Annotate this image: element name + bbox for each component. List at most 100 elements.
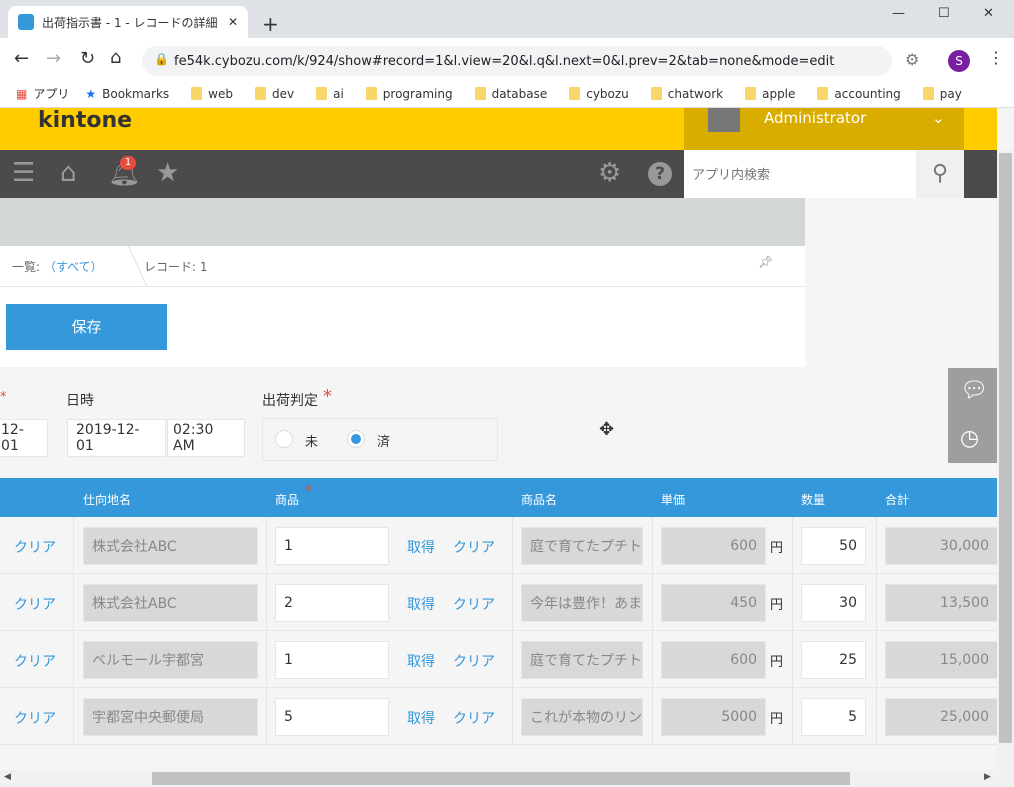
time-input[interactable]: 02:30 AM: [167, 419, 245, 457]
user-menu[interactable]: Administrator ⌄: [684, 108, 964, 150]
bookmark-folder[interactable]: cybozu: [569, 87, 629, 101]
folder-icon: [745, 87, 757, 100]
get-product-link[interactable]: 取得: [407, 708, 435, 728]
total-field: 13,500: [885, 584, 997, 622]
yen-unit: 円: [770, 655, 784, 670]
bookmark-folder[interactable]: accounting: [817, 87, 901, 101]
forward-icon[interactable]: →: [46, 48, 61, 69]
clear-product-link[interactable]: クリア: [453, 537, 495, 557]
minimize-icon[interactable]: —: [892, 6, 905, 21]
vertical-scrollbar-thumb[interactable]: [999, 153, 1012, 743]
quantity-input[interactable]: 5: [801, 698, 866, 736]
unit-price-field: 5000: [661, 698, 766, 736]
table-row: クリア 宇都宮中央郵便局 5 取得 クリア これが本物のリン 5000 円 5 …: [0, 688, 997, 745]
unit-price-value: 600: [730, 538, 757, 554]
global-nav: ☰ ⌂ 🔔︎ 1 ★ ⚙ ? ⚲: [0, 150, 997, 198]
bookmark-apps[interactable]: ▦ アプリ: [16, 85, 69, 102]
unit-price-field: 600: [661, 527, 766, 565]
bookmark-folder[interactable]: database: [474, 87, 547, 101]
menu-icon[interactable]: ⋮: [988, 48, 1004, 67]
date-input[interactable]: 2019-12-01: [67, 419, 166, 457]
column-header: 商品名: [521, 493, 558, 507]
hamburger-menu-icon[interactable]: ☰: [12, 158, 35, 188]
quantity-input[interactable]: 50: [801, 527, 866, 565]
search-input[interactable]: [684, 150, 916, 198]
clear-product-link[interactable]: クリア: [453, 594, 495, 614]
history-icon[interactable]: ◷: [960, 426, 979, 451]
product-input[interactable]: 1: [275, 527, 389, 565]
scroll-left-icon[interactable]: ◀: [4, 772, 11, 782]
scroll-right-icon[interactable]: ▶: [984, 772, 991, 782]
clear-row-link[interactable]: クリア: [14, 594, 56, 614]
quantity-input[interactable]: 25: [801, 641, 866, 679]
bookmark-label: chatwork: [667, 86, 724, 101]
judge-label: 出荷判定: [262, 393, 318, 409]
search-button[interactable]: ⚲: [916, 150, 964, 198]
bookmark-folder[interactable]: apple: [745, 87, 795, 101]
avatar[interactable]: S: [948, 50, 970, 72]
comment-icon[interactable]: 💬︎: [960, 378, 988, 403]
vertical-scrollbar[interactable]: [997, 150, 1014, 770]
home-icon[interactable]: ⌂: [60, 158, 77, 188]
product-input[interactable]: 2: [275, 584, 389, 622]
radio-label: 済: [377, 435, 391, 450]
bookmark-folder[interactable]: web: [191, 87, 233, 101]
quantity-value: 5: [848, 709, 857, 725]
column-header: 単価: [661, 493, 686, 507]
product-input[interactable]: 5: [275, 698, 389, 736]
bookmark-folder[interactable]: ai: [316, 87, 344, 101]
radio-unshipped[interactable]: [275, 430, 293, 448]
pin-icon[interactable]: 📌︎: [758, 255, 773, 269]
back-icon[interactable]: ←: [14, 48, 29, 69]
help-icon[interactable]: ?: [648, 162, 672, 186]
folder-icon: [365, 87, 377, 100]
user-avatar-icon: [708, 108, 740, 132]
browser-tab[interactable]: 出荷指示書 - 1 - レコードの詳細 ✕: [8, 6, 248, 38]
yen-unit: 円: [770, 712, 784, 727]
clear-row-link[interactable]: クリア: [14, 651, 56, 671]
radio-shipped[interactable]: [347, 430, 365, 448]
extension-icon[interactable]: ⚙: [905, 50, 919, 69]
total-value: 13,500: [940, 595, 989, 611]
star-icon[interactable]: ★: [156, 158, 179, 188]
close-tab-icon[interactable]: ✕: [228, 15, 238, 29]
maximize-icon[interactable]: ☐: [938, 6, 950, 21]
get-product-link[interactable]: 取得: [407, 651, 435, 671]
url-field[interactable]: fe54k.cybozu.com/k/924/show#record=1&l.v…: [142, 46, 892, 76]
column-header: 数量: [801, 493, 826, 507]
bookmark-folder[interactable]: programing: [365, 86, 453, 101]
app-list-icon: [18, 14, 34, 30]
breadcrumb-list-link[interactable]: （すべて）: [44, 258, 103, 275]
get-product-link[interactable]: 取得: [407, 594, 435, 614]
product-input[interactable]: 1: [275, 641, 389, 679]
get-product-link[interactable]: 取得: [407, 537, 435, 557]
clear-row-link[interactable]: クリア: [14, 708, 56, 728]
new-tab-icon[interactable]: +: [262, 12, 279, 36]
date-field-partial[interactable]: 12-01: [0, 419, 48, 457]
quantity-input[interactable]: 30: [801, 584, 866, 622]
product-name-field: 今年は豊作！あま: [521, 584, 643, 622]
bookmark-folder[interactable]: chatwork: [650, 86, 724, 101]
close-window-icon[interactable]: ✕: [983, 6, 994, 21]
clear-row-link[interactable]: クリア: [14, 537, 56, 557]
clear-product-link[interactable]: クリア: [453, 708, 495, 728]
bookmark-folder[interactable]: dev: [255, 87, 294, 101]
bookmark-bookmarks[interactable]: ★ Bookmarks: [85, 87, 169, 101]
product-name-field: 庭で育てたプチト: [521, 641, 643, 679]
horizontal-scrollbar[interactable]: ◀ ▶: [0, 770, 1014, 787]
bookmarks-bar: ▦ アプリ ★ Bookmarks web dev ai programing da…: [0, 80, 1014, 108]
bookmark-label: programing: [382, 86, 453, 101]
gear-icon[interactable]: ⚙: [598, 158, 621, 188]
chevron-down-icon: ⌄: [932, 109, 945, 127]
save-button[interactable]: 保存: [6, 304, 167, 350]
clear-product-link[interactable]: クリア: [453, 651, 495, 671]
bookmark-folder[interactable]: pay: [922, 87, 962, 101]
horizontal-scrollbar-thumb[interactable]: [152, 772, 850, 785]
unit-price-field: 600: [661, 641, 766, 679]
total-field: 15,000: [885, 641, 997, 679]
destination-value: 株式会社ABC: [92, 596, 177, 612]
time-value: 02:30 AM: [173, 422, 214, 454]
reload-icon[interactable]: ↻: [80, 48, 95, 69]
home-icon[interactable]: ⌂: [110, 47, 121, 68]
kintone-logo[interactable]: kintone: [38, 108, 132, 133]
